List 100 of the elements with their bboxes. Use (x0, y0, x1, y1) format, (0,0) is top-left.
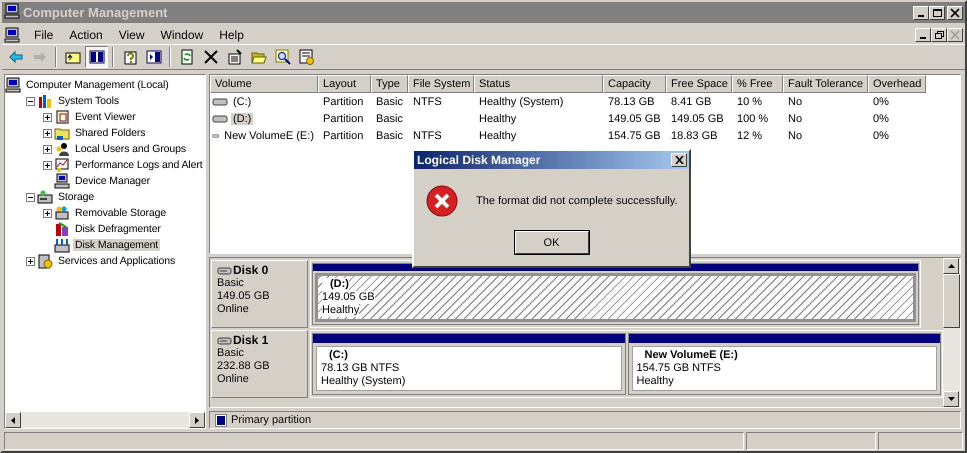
drive-icon (217, 336, 233, 346)
menu-item[interactable]: Help (211, 28, 252, 42)
table-cell-text: Basic (375, 112, 404, 124)
dialog-message: The format did not complete successfully. (476, 195, 678, 207)
minimize-button[interactable] (915, 28, 931, 42)
tree-item[interactable]: Performance Logs and Alert (73, 159, 205, 171)
menu-item[interactable]: File (26, 28, 62, 42)
ok-button[interactable]: OK (514, 231, 588, 254)
expand-icon[interactable] (26, 256, 35, 266)
expand-icon[interactable] (43, 160, 52, 170)
window-title: Computer Management (23, 5, 168, 20)
scroll-thumb[interactable] (943, 274, 960, 328)
users-icon (54, 141, 70, 157)
partition-area[interactable]: (D:) 149.05 GB Healthy (315, 273, 916, 322)
disk-size: 149.05 GB (217, 290, 271, 303)
legend-label: Primary partition (231, 414, 312, 426)
drive-icon (212, 114, 228, 124)
refresh-icon (178, 49, 194, 65)
partition-block[interactable]: New VolumeE (E:) 154.75 GB NTFS Healthy (628, 333, 941, 395)
drive-icon (54, 205, 70, 221)
panel-button[interactable] (85, 46, 108, 68)
partition-block[interactable]: (D:) 149.05 GB Healthy (312, 263, 919, 325)
close-button[interactable] (947, 6, 963, 20)
close-button[interactable] (671, 153, 687, 167)
scroll-left-button[interactable] (5, 412, 21, 428)
menu-item[interactable]: Action (61, 28, 111, 42)
partition-status: Healthy (322, 304, 360, 317)
table-cell-text: Healthy (System) (478, 96, 564, 108)
collapse-icon[interactable] (26, 192, 35, 202)
column-header[interactable]: Volume (210, 75, 318, 93)
close-button[interactable] (947, 28, 963, 42)
left-arrow-icon (11, 416, 15, 424)
close-icon (674, 156, 684, 164)
column-header[interactable]: Capacity (603, 75, 666, 93)
tree-item[interactable]: Removable Storage (73, 207, 168, 219)
tree-item[interactable]: Computer Management (Local) (24, 79, 171, 91)
partition-title: (D:) (322, 278, 349, 291)
tree-item[interactable]: System Tools (56, 95, 122, 107)
table-cell[interactable]: (C:) (231, 96, 254, 108)
tree-item[interactable]: Local Users and Groups (73, 143, 188, 155)
drive-icon (37, 189, 53, 205)
computer-icon (5, 77, 21, 93)
column-header[interactable]: Fault Tolerance (783, 75, 868, 93)
settings-icon (298, 49, 314, 65)
expand-icon[interactable] (43, 128, 52, 138)
collapse-icon[interactable] (26, 96, 35, 106)
partition-area[interactable]: (C:) 78.13 GB NTFS Healthy (System) (316, 346, 622, 391)
tree-item[interactable]: Services and Applications (56, 255, 178, 267)
scroll-down-button[interactable] (943, 391, 959, 407)
tree-item[interactable]: Disk Defragmenter (73, 223, 163, 235)
table-cell-text: Basic (375, 96, 404, 108)
column-header[interactable]: Overhead (868, 75, 926, 93)
table-cell-text: 78.13 GB (607, 96, 656, 108)
tree-item[interactable]: Disk Management (73, 239, 160, 251)
scrollbar[interactable] (943, 258, 960, 407)
table-cell[interactable]: New VolumeE (E:) (222, 130, 316, 142)
restore-button[interactable] (931, 28, 947, 42)
maximize-icon (932, 8, 942, 18)
scrollbar[interactable] (5, 412, 205, 428)
column-header[interactable]: Free Space (666, 75, 732, 93)
scroll-up-button[interactable] (943, 258, 959, 274)
column-header[interactable]: Type (371, 75, 408, 93)
column-header[interactable]: Layout (318, 75, 371, 93)
table-cell-text: Healthy (478, 112, 518, 124)
table-cell[interactable]: (D:) (231, 112, 254, 124)
disk-type: Basic (217, 347, 245, 360)
panel-icon (146, 49, 162, 65)
partition-area[interactable]: New VolumeE (E:) 154.75 GB NTFS Healthy (632, 346, 937, 391)
column-header[interactable]: File System (408, 75, 474, 93)
menu-item[interactable]: Window (152, 28, 212, 42)
disk-name: Disk 1 (233, 334, 268, 347)
table-cell-text: 149.05 GB (607, 112, 662, 124)
menu-item[interactable]: View (110, 28, 152, 42)
table-cell-text: NTFS (412, 96, 443, 108)
drive-icon (54, 237, 70, 253)
table-cell-text: 0% (872, 112, 890, 124)
expand-icon[interactable] (43, 208, 52, 218)
table-cell-text: Healthy (478, 130, 518, 142)
tree-item[interactable]: Shared Folders (73, 127, 148, 139)
expand-icon[interactable] (43, 112, 52, 122)
partition-block[interactable]: (C:) 78.13 GB NTFS Healthy (System) (312, 333, 626, 395)
table-cell-text: 149.05 GB (670, 112, 725, 124)
tree-item[interactable]: Storage (56, 191, 96, 203)
tree-item[interactable]: Device Manager (73, 175, 152, 187)
computer-icon (4, 26, 20, 42)
tree-item[interactable]: Event Viewer (73, 111, 138, 123)
properties-icon (226, 49, 242, 65)
column-header[interactable]: % Free (732, 75, 783, 93)
table-cell-text: 154.75 GB (607, 130, 662, 142)
expand-icon[interactable] (43, 144, 52, 154)
column-header[interactable]: Status (474, 75, 603, 93)
minimize-button[interactable] (913, 6, 929, 20)
table-cell-text: No (787, 112, 804, 124)
defrag-icon (54, 221, 70, 237)
table-cell-text: 100 % (736, 112, 770, 124)
table-cell-text: Partition (322, 130, 364, 142)
forward-arrow-icon (32, 49, 48, 65)
scroll-right-button[interactable] (189, 412, 205, 428)
maximize-button[interactable] (929, 6, 945, 20)
tools-icon (37, 93, 53, 109)
